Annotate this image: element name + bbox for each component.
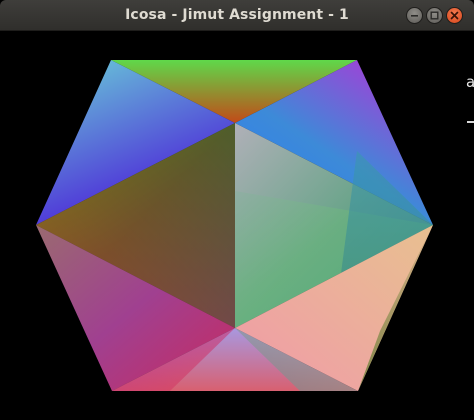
icosahedron-render [36,60,433,391]
window-title: Icosa - Jimut Assignment - 1 [125,7,349,23]
minimize-button[interactable] [406,7,423,24]
application-window: Icosa - Jimut Assignment - 1 a [0,0,474,420]
render-canvas[interactable]: a [0,31,474,420]
background-window-dash [467,121,474,123]
close-button[interactable] [446,7,463,24]
background-window-text: a [466,73,474,91]
maximize-icon [430,11,439,20]
title-bar[interactable]: Icosa - Jimut Assignment - 1 [0,0,474,31]
close-icon [450,11,459,20]
minimize-icon [411,15,418,17]
maximize-button[interactable] [426,7,443,24]
